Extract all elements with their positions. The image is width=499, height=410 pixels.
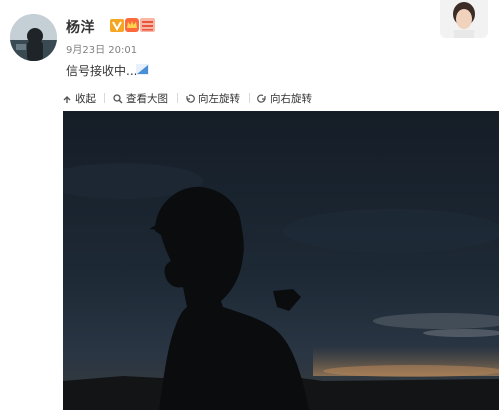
- signal-icon: [136, 64, 149, 75]
- post-photo[interactable]: [63, 111, 499, 410]
- vip-badge-icon: [140, 18, 155, 32]
- rotate-left-icon: [186, 94, 195, 103]
- rotate-right-label: 向右旋转: [270, 93, 312, 105]
- post-text: 信号接收中...: [66, 64, 138, 78]
- rotate-left-label: 向左旋转: [198, 93, 240, 105]
- image-toolbar: 收起 查看大图 向左旋转 向右旋转: [0, 88, 499, 112]
- toolbar-divider: [177, 93, 178, 103]
- silhouette-photo: [63, 111, 499, 410]
- crown-badge-icon: [125, 18, 139, 32]
- collapse-label: 收起: [75, 93, 96, 105]
- toolbar-divider: [104, 93, 105, 103]
- post-header: 杨洋 9月23日 20:01 信号接收中...: [0, 0, 499, 88]
- view-large-label: 查看大图: [126, 93, 168, 105]
- magnifier-icon: [113, 93, 123, 103]
- toolbar-divider: [249, 93, 250, 103]
- collapse-arrow-icon: [63, 95, 71, 103]
- rotate-right-icon: [257, 94, 266, 103]
- viewer-avatar[interactable]: [440, 0, 488, 38]
- post-timestamp[interactable]: 9月23日 20:01: [66, 41, 137, 56]
- view-large-button[interactable]: 查看大图: [113, 91, 168, 106]
- rotate-left-button[interactable]: 向左旋转: [185, 91, 240, 106]
- author-avatar[interactable]: [10, 14, 57, 61]
- rotate-right-button[interactable]: 向右旋转: [257, 91, 312, 106]
- author-name[interactable]: 杨洋: [66, 17, 95, 37]
- collapse-button[interactable]: 收起: [62, 91, 96, 106]
- author-avatar-image: [10, 14, 57, 61]
- verified-v-icon: [110, 19, 124, 32]
- viewer-avatar-image: [440, 0, 488, 38]
